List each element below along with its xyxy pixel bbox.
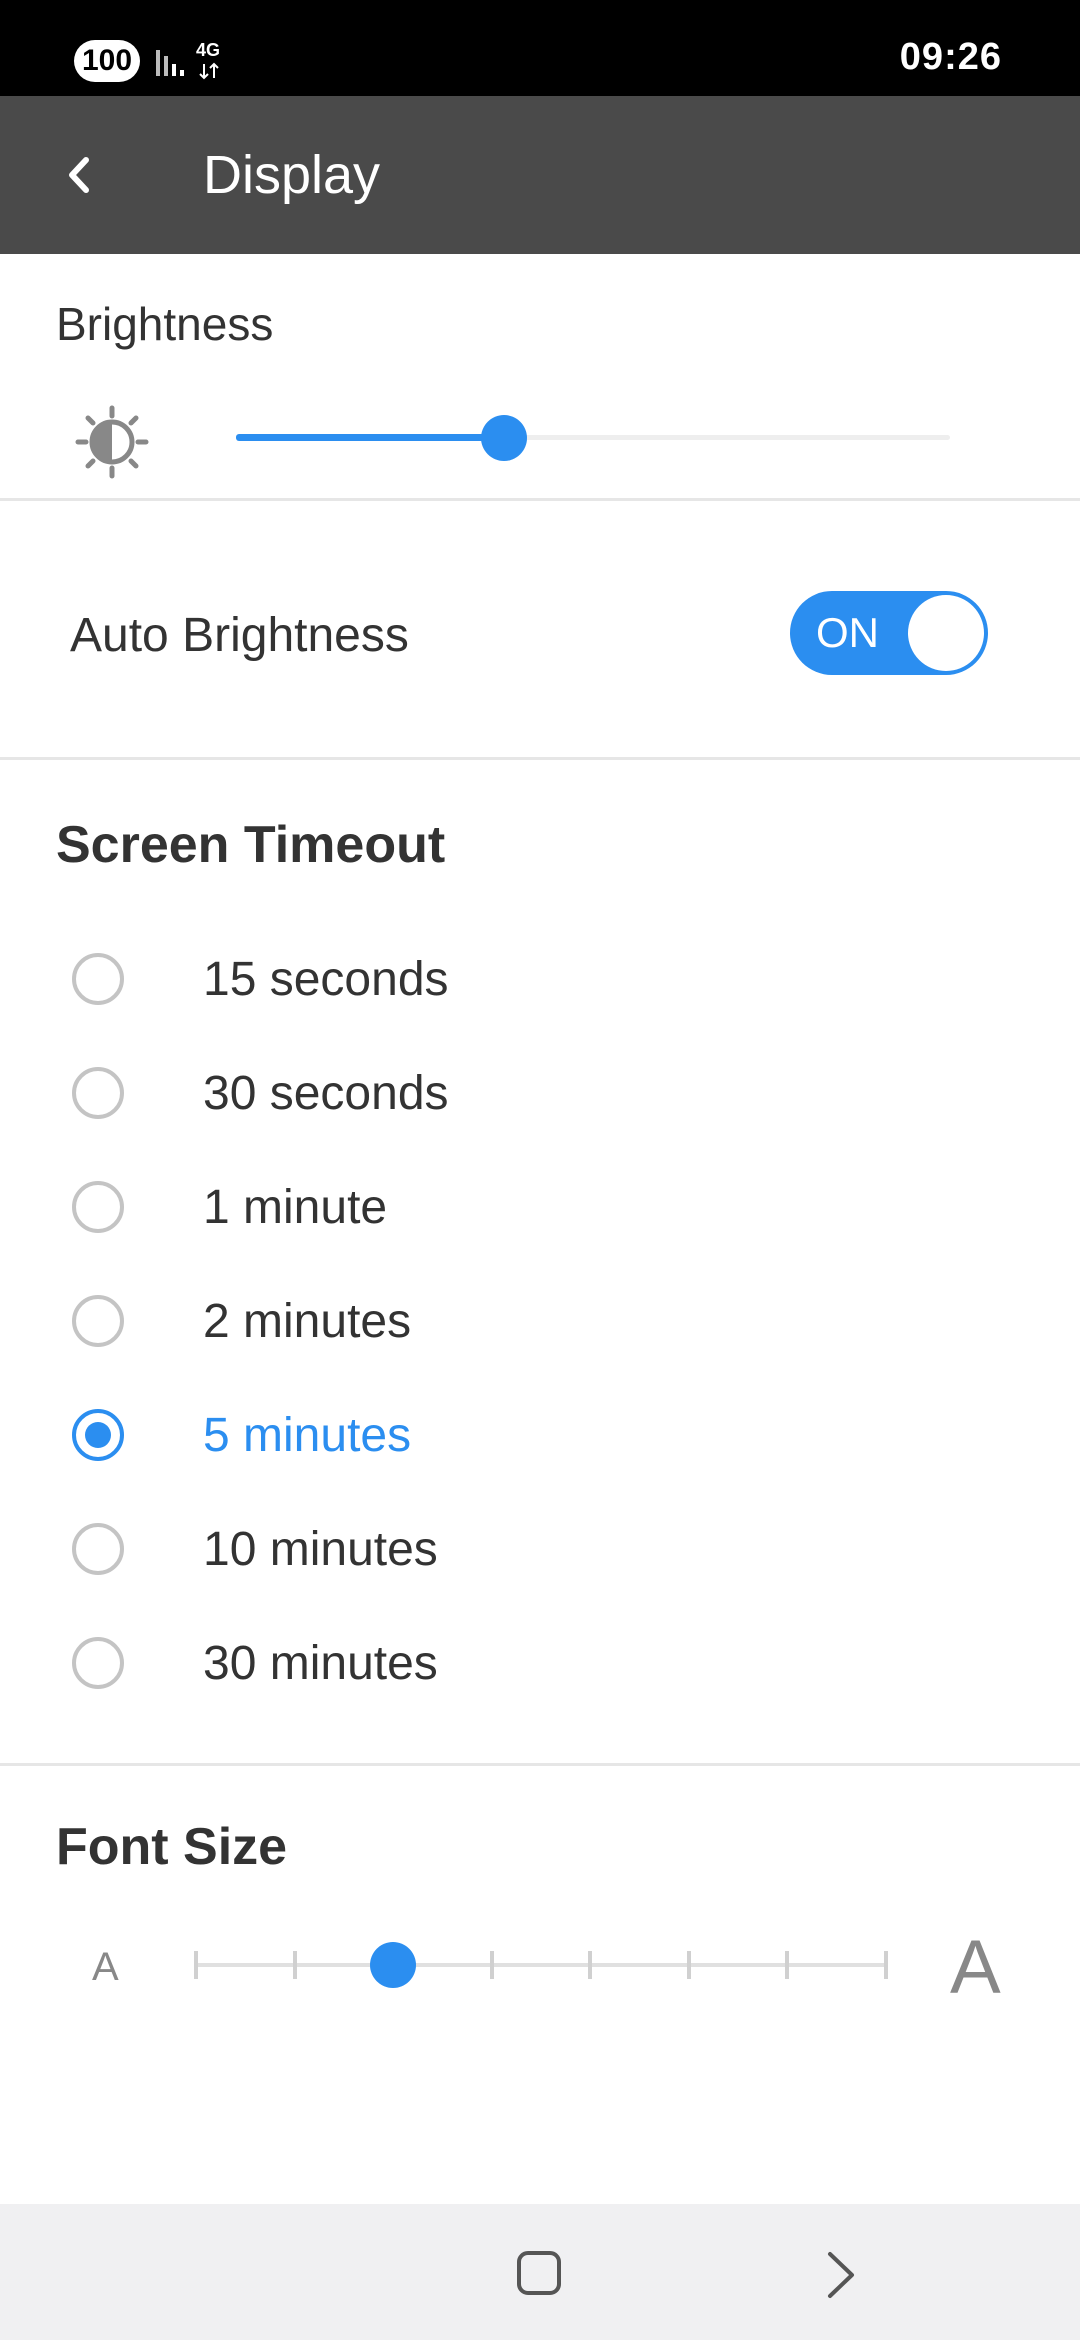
app-bar: Display [0, 96, 1080, 254]
timeout-option-1-minute[interactable]: 1 minute [0, 1160, 1080, 1260]
divider [0, 1763, 1080, 1766]
brightness-fill [236, 434, 504, 441]
radio-label: 30 seconds [203, 1067, 449, 1120]
timeout-option-5-minutes[interactable]: 5 minutes [0, 1388, 1080, 1488]
font-large-label: A [950, 1925, 1001, 2010]
radio-button[interactable] [72, 1067, 124, 1119]
timeout-option-10-minutes[interactable]: 10 minutes [0, 1502, 1080, 1602]
back-button[interactable] [50, 140, 110, 210]
radio-label: 1 minute [203, 1181, 388, 1234]
divider [0, 757, 1080, 760]
signal-icon [156, 50, 184, 76]
page-title: Display [203, 145, 381, 205]
auto-brightness-toggle[interactable]: ON [790, 591, 988, 675]
data-arrows-icon [199, 62, 219, 80]
battery-indicator: 100 [74, 40, 140, 82]
font-size-tick [588, 1951, 593, 1979]
clock: 09:26 [899, 36, 1002, 78]
brightness-thumb[interactable] [481, 415, 527, 461]
network-type: 4G [196, 40, 221, 60]
radio-button[interactable] [72, 953, 124, 1005]
font-size-tick [686, 1951, 691, 1979]
radio-label: 10 minutes [203, 1523, 438, 1576]
radio-label: 30 minutes [203, 1637, 438, 1690]
square-home-icon[interactable] [516, 2250, 562, 2296]
font-small-label: A [92, 1945, 119, 1989]
font-size-track [196, 1963, 886, 1967]
timeout-option-2-minutes[interactable]: 2 minutes [0, 1274, 1080, 1374]
navigation-bar [0, 2204, 1080, 2340]
radio-dot [85, 1422, 111, 1448]
radio-button[interactable] [72, 1295, 124, 1347]
font-size-tick [884, 1951, 888, 1979]
status-bar: 100 4G 09:26 [0, 0, 1080, 96]
toggle-state-text: ON [816, 609, 879, 656]
chevron-left-icon [69, 157, 89, 193]
radio-label: 5 minutes [203, 1409, 412, 1462]
font-size-title: Font Size [56, 1818, 288, 1876]
radio-button-checked[interactable] [72, 1409, 124, 1461]
timeout-option-30-seconds[interactable]: 30 seconds [0, 1046, 1080, 1146]
brightness-slider[interactable] [236, 410, 950, 464]
radio-label: 15 seconds [203, 953, 449, 1006]
brightness-label: Brightness [56, 298, 274, 350]
timeout-option-15-seconds[interactable]: 15 seconds [0, 932, 1080, 1032]
divider [0, 498, 1080, 501]
radio-label: 2 minutes [203, 1295, 412, 1348]
font-size-thumb[interactable] [370, 1942, 417, 1988]
font-size-tick [489, 1951, 494, 1979]
font-size-tick [292, 1951, 297, 1979]
radio-button[interactable] [72, 1181, 124, 1233]
auto-brightness-label: Auto Brightness [70, 609, 409, 662]
radio-button[interactable] [72, 1637, 124, 1689]
timeout-option-30-minutes[interactable]: 30 minutes [0, 1616, 1080, 1716]
font-size-tick [194, 1951, 198, 1979]
font-size-tick [785, 1951, 790, 1979]
radio-button[interactable] [72, 1523, 124, 1575]
toggle-knob [908, 595, 984, 671]
chevron-right-icon[interactable] [824, 2250, 858, 2300]
font-size-slider[interactable] [194, 1942, 888, 1988]
brightness-icon [75, 405, 149, 479]
screen-timeout-title: Screen Timeout [56, 816, 446, 874]
